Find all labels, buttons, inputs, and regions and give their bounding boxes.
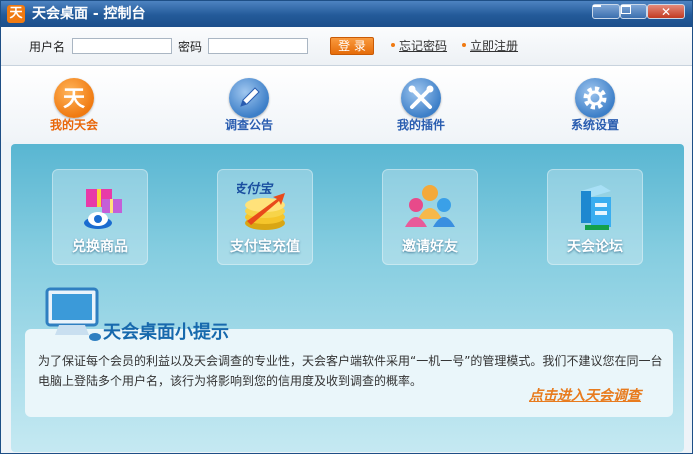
tile-tianhui-forum[interactable]: 天会论坛 xyxy=(547,169,643,265)
enter-survey-link[interactable]: 点击进入天会调查 xyxy=(529,385,641,405)
forgot-password-link[interactable]: 忘记密码 xyxy=(399,37,447,54)
pencil-icon xyxy=(229,78,269,118)
password-input[interactable] xyxy=(208,38,308,54)
alipay-coins-icon: 支付宝 xyxy=(237,181,285,230)
tianhui-logo-icon: 天 xyxy=(54,78,94,118)
forum-icon xyxy=(581,185,611,230)
app-window: 天 天会桌面 - 控制台 ✕ 用户名 密码 登 录 忘记密码 立即注册 天 我的… xyxy=(0,0,693,454)
computer-icon xyxy=(45,287,101,341)
window-title: 天会桌面 - 控制台 xyxy=(32,6,146,22)
nav-item-survey-notice[interactable]: 调查公告 xyxy=(204,74,294,140)
people-icon xyxy=(405,185,455,227)
maximize-button[interactable] xyxy=(620,4,647,19)
nav-item-system-settings[interactable]: 系统设置 xyxy=(550,74,640,140)
tools-icon xyxy=(401,78,441,118)
nav-label: 调查公告 xyxy=(224,118,273,132)
username-label: 用户名 xyxy=(29,40,66,54)
nav-item-my-plugins[interactable]: 我的插件 xyxy=(376,74,466,140)
password-label: 密码 xyxy=(178,40,203,54)
tile-label: 天会论坛 xyxy=(567,239,623,255)
title-bar[interactable]: 天 天会桌面 - 控制台 ✕ xyxy=(1,1,692,27)
nav-label: 我的天会 xyxy=(49,118,98,132)
close-icon: ✕ xyxy=(660,5,672,19)
maximize-icon xyxy=(621,5,631,14)
nav-label: 我的插件 xyxy=(396,118,445,132)
login-bar: 用户名 密码 登 录 忘记密码 立即注册 xyxy=(1,27,692,66)
svg-text:天: 天 xyxy=(63,87,86,112)
tile-alipay-recharge[interactable]: 支付宝 支付宝充值 xyxy=(217,169,313,265)
minimize-button[interactable] xyxy=(592,4,620,19)
username-input[interactable] xyxy=(72,38,172,54)
bullet-icon xyxy=(462,43,466,47)
tile-label: 支付宝充值 xyxy=(230,239,300,255)
tile-label: 兑换商品 xyxy=(72,239,128,255)
tile-label: 邀请好友 xyxy=(402,239,458,255)
alipay-logo-text: 支付宝 xyxy=(237,181,274,197)
tile-exchange-goods[interactable]: 兑换商品 xyxy=(52,169,148,265)
main-nav: 天 我的天会 调查公告 我的插件 系统设置 xyxy=(1,66,692,142)
bullet-icon xyxy=(391,43,395,47)
main-panel: 兑换商品 支付宝 支付宝充值 邀请好友 xyxy=(11,144,684,452)
register-link[interactable]: 立即注册 xyxy=(470,37,518,54)
login-button[interactable]: 登 录 xyxy=(330,37,374,55)
app-logo-icon: 天 xyxy=(7,5,25,23)
nav-label: 系统设置 xyxy=(570,118,619,132)
minimize-icon xyxy=(593,5,601,7)
gear-icon xyxy=(575,78,615,118)
tips-title: 天会桌面小提示 xyxy=(103,322,229,343)
close-button[interactable]: ✕ xyxy=(647,4,685,19)
tile-invite-friends[interactable]: 邀请好友 xyxy=(382,169,478,265)
nav-item-my-tianhui[interactable]: 天 我的天会 xyxy=(29,74,119,140)
gift-icon xyxy=(84,189,122,229)
